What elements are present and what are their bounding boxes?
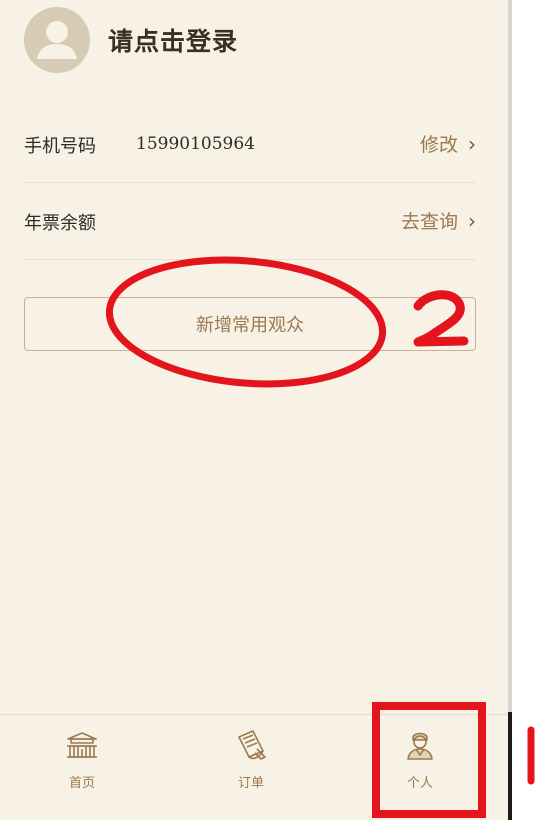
tab-home[interactable]: 首页 xyxy=(32,715,132,820)
tab-orders-label[interactable]: 订单 xyxy=(238,772,264,791)
profile-header[interactable]: 请点击登录 xyxy=(0,0,508,85)
person-icon xyxy=(407,732,433,760)
screen-edge-dark xyxy=(508,712,512,820)
tab-home-label[interactable]: 首页 xyxy=(69,772,95,791)
tab-me-label[interactable]: 个人 xyxy=(407,772,433,791)
query-balance-link[interactable]: 去查询 › xyxy=(401,207,476,234)
order-icon xyxy=(238,730,266,760)
annual-ticket-balance-row: 年票余额 去查询 › xyxy=(24,183,476,260)
app-screen: 请点击登录 手机号码 15990105964 修改 › 年票余额 去查询 › 新… xyxy=(0,0,508,820)
phone-value: 15990105964 xyxy=(136,134,255,154)
user-avatar-icon[interactable] xyxy=(24,7,90,73)
chevron-right-icon: › xyxy=(468,208,476,233)
tab-me[interactable]: 个人 xyxy=(370,715,470,820)
phone-number-row: 手机号码 15990105964 修改 › xyxy=(24,106,476,183)
tab-orders[interactable]: 订单 xyxy=(201,715,301,820)
chevron-right-icon: › xyxy=(468,131,476,156)
query-label[interactable]: 去查询 xyxy=(401,207,458,234)
login-prompt[interactable]: 请点击登录 xyxy=(108,22,238,58)
phone-label: 手机号码 xyxy=(24,136,96,157)
balance-label: 年票余额 xyxy=(24,213,96,234)
modify-label[interactable]: 修改 xyxy=(420,130,458,157)
add-frequent-viewer-button[interactable]: 新增常用观众 xyxy=(24,297,476,351)
modify-phone-link[interactable]: 修改 › xyxy=(420,130,476,157)
palace-icon xyxy=(67,732,97,758)
screen-edge xyxy=(508,0,512,820)
bottom-tab-bar: 首页 订单 个人 xyxy=(0,714,508,820)
